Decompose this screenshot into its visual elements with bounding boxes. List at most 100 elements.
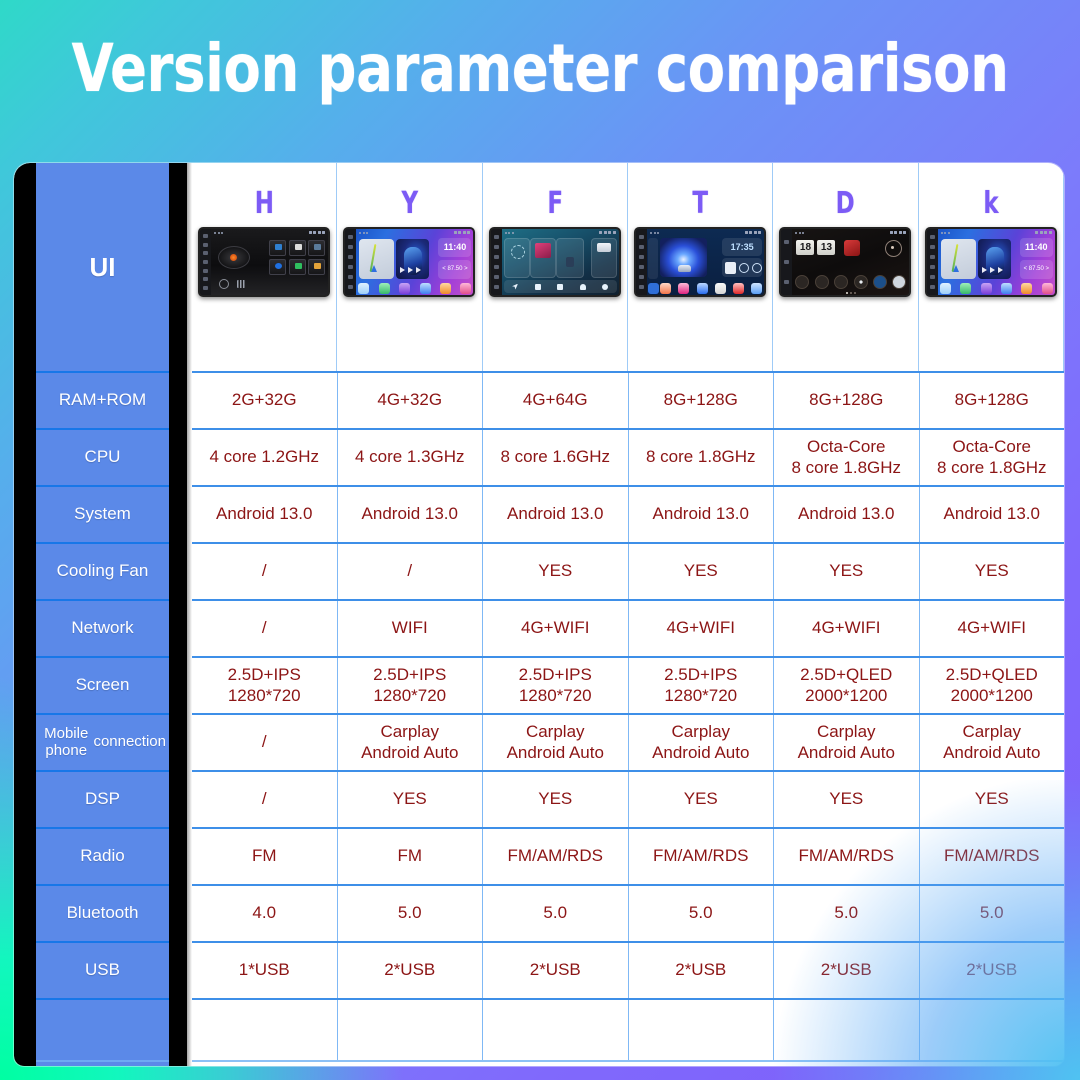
unit-rail-icon — [348, 275, 354, 279]
cell-mobile-phone-connection-t: Carplay Android Auto — [629, 715, 774, 770]
cell-ram-rom-t: 8G+128G — [629, 373, 774, 428]
all-apps-button — [648, 283, 660, 294]
cell-usb-h: 1*USB — [192, 943, 338, 998]
unit-rail-icon — [348, 265, 354, 269]
car-wallpaper-widget — [660, 238, 708, 277]
cell-ram-rom-f: 4G+64G — [483, 373, 629, 428]
music-card — [529, 238, 556, 278]
flip-clock-widget: 18 13 — [796, 240, 836, 255]
cell-system-y: Android 13.0 — [338, 487, 483, 542]
media-dial — [218, 246, 251, 269]
cell-ram-rom-d: 8G+128G — [774, 373, 920, 428]
unit-status-bar: ....... — [938, 229, 1055, 236]
map-widget — [940, 239, 976, 279]
cell-network-k: 4G+WIFI — [957, 618, 1026, 638]
cell-cpu-h: 4 core 1.2GHz — [192, 430, 338, 485]
cell-bluetooth-k: 5.0 — [979, 903, 1004, 923]
clock-widget: 11:40 — [438, 238, 472, 257]
column-header-t: T....... 17:35. — [628, 163, 774, 371]
unit-screen: ....... — [211, 229, 329, 295]
unit-image-holder: ....... — [198, 227, 331, 297]
unit-image-holder: .......... 11:40 < 87.50 > — [924, 227, 1057, 297]
cell-screen-h: 2.5D+IPS 1280*720 — [192, 658, 338, 713]
column-header-d: D....... 1813 — [773, 163, 919, 371]
cell-cooling-fan-t: YES — [629, 544, 774, 599]
unit-rail-icon — [203, 242, 209, 247]
column-header-y: Y.......... 11:40 < 87.50 > — [337, 163, 483, 371]
cell-mobile-phone-connection-y: Carplay Android Auto — [338, 715, 483, 770]
unit-screen: .......... 11:40 < 87.50 > — [937, 229, 1055, 295]
cell-screen-k: 2.5D+QLED 2000*1200 — [945, 665, 1038, 705]
row-label-ram-rom: RAM+ROM — [36, 373, 169, 430]
cell-dsp-d: YES — [774, 772, 920, 827]
cell-bluetooth-f: 5.0 — [483, 886, 629, 941]
row-label-network: Network — [36, 601, 169, 658]
unit-rail-icon — [929, 275, 935, 279]
unit-rail-icon — [348, 285, 354, 289]
unit-rail-icon — [639, 265, 645, 269]
unit-status-bar: ....... — [211, 229, 328, 236]
unit-rail-icon — [493, 255, 499, 259]
navigation-card — [555, 238, 584, 278]
app-dock — [939, 283, 1053, 294]
cell-cooling-fan-h: / — [192, 544, 338, 599]
cell-cooling-fan-k: YES — [974, 561, 1009, 581]
unit-status-bar: ....... — [792, 229, 909, 236]
cell-cooling-fan-f: YES — [483, 544, 629, 599]
unit-screen: ....... — [501, 229, 619, 295]
cell-radio-d: FM/AM/RDS — [774, 829, 920, 884]
unit-rail-icon — [203, 234, 209, 239]
cell-screen-d: 2.5D+QLED 2000*1200 — [774, 658, 920, 713]
row-label-mobile-phone-connection: Mobile phone connection — [36, 715, 169, 772]
unit-screen: .......... 11:40 < 87.50 > — [356, 229, 474, 295]
unit-rail-icon — [639, 245, 645, 249]
app-tiles — [269, 240, 326, 275]
cell-usb-t: 2*USB — [629, 943, 774, 998]
unit-image-holder: ....... — [488, 227, 621, 297]
media-controls: ... — [981, 267, 1003, 273]
album-art-widget — [977, 239, 1011, 279]
cell-radio-f: FM/AM/RDS — [483, 829, 629, 884]
cell-usb-k: 2*USB — [966, 960, 1018, 980]
unit-rail-icon — [203, 277, 209, 282]
cell-ram-rom-h: 2G+32G — [192, 373, 338, 428]
unit-rail-icon — [203, 259, 209, 264]
cell-dsp-y: YES — [338, 772, 483, 827]
table-row: 4 core 1.2GHz 4 core 1.3GHz 8 core 1.6GHz 8… — [192, 430, 1064, 487]
row-label-cpu: CPU — [36, 430, 169, 487]
cell-dsp-f: YES — [483, 772, 629, 827]
f-unit-screenshot: ....... — [488, 227, 621, 297]
cell-cooling-fan-y: / — [338, 544, 483, 599]
cell-dsp-t: YES — [629, 772, 774, 827]
cell-empty-y — [338, 1000, 483, 1060]
unit-rail-icon — [784, 280, 790, 284]
unit-image-holder: ....... 1813 — [779, 227, 912, 297]
unit-rail-icon — [929, 245, 935, 249]
unit-rail-icon — [348, 235, 354, 239]
app-row — [795, 275, 907, 289]
column-header-f: F....... — [483, 163, 628, 371]
unit-rail-icon — [639, 235, 645, 239]
table-row: Android 13.0 Android 13.0 Android 13.0 Andr… — [192, 487, 1064, 544]
cell-network-t: 4G+WIFI — [629, 601, 774, 656]
d-unit-screenshot: ....... 1813 — [779, 227, 912, 297]
cell-network-y: WIFI — [338, 601, 483, 656]
cell-empty-f — [483, 1000, 629, 1060]
table-row: FM FM FM/AM/RDS FM/AM/RDS FM/AM/RDS FM/AM/RDS — [192, 829, 1064, 886]
cell-bluetooth-t: 5.0 — [629, 886, 774, 941]
cell-radio-h: FM — [192, 829, 338, 884]
app-dock — [503, 280, 617, 293]
middle-black-gutter — [169, 163, 187, 1066]
cell-mobile-phone-connection-d: Carplay Android Auto — [774, 715, 920, 770]
cell-ram-rom-y: 4G+32G — [338, 373, 483, 428]
cell-screen-f: 2.5D+IPS 1280*720 — [483, 658, 629, 713]
cell-mobile-phone-connection-f: Carplay Android Auto — [483, 715, 629, 770]
table-row: 2G+32G 4G+32G 4G+64G 8G+128G 8G+128G 8G+128G — [192, 373, 1064, 430]
cell-screen-t: 2.5D+IPS 1280*720 — [629, 658, 774, 713]
column-header-k: k.......... 11:40 < 87.50 > — [919, 163, 1064, 371]
unit-rail-icon — [929, 255, 935, 259]
row-label-bluetooth: Bluetooth — [36, 886, 169, 943]
radio-widget: < 87.50 > — [438, 260, 472, 279]
row-label-cooling-fan: Cooling Fan — [36, 544, 169, 601]
table-row: / / YES YES YES YES — [192, 544, 1064, 601]
